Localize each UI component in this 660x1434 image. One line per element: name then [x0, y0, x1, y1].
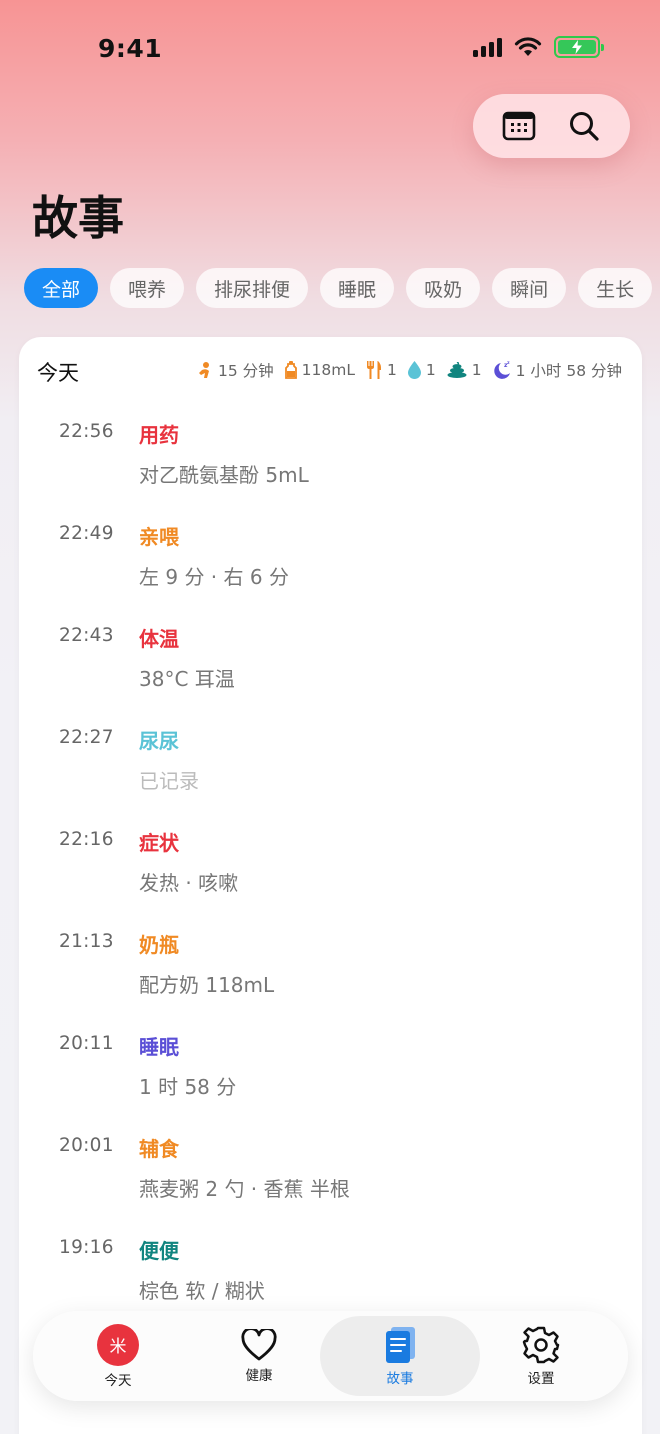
- tab-today-label: 今天: [104, 1372, 132, 1389]
- summary-bottle-value: 118mL: [301, 361, 355, 379]
- entry-detail: 棕色 软 / 糊状: [139, 1279, 265, 1303]
- summary-stats: 15 分钟 118mL 1 1 1 z z 1 小时 58 分钟: [197, 359, 622, 381]
- entry-type: 症状: [139, 831, 179, 855]
- entry-time: 22:27: [59, 727, 114, 748]
- wifi-icon: [514, 37, 542, 56]
- search-button[interactable]: [564, 106, 604, 146]
- entry-time: 22:43: [59, 625, 114, 646]
- timeline-entry[interactable]: 22:56 用药 对乙酰氨基酚 5mL: [19, 421, 642, 523]
- entry-time: 19:16: [59, 1237, 114, 1258]
- drop-icon: [407, 361, 421, 379]
- entry-detail: 已记录: [139, 769, 199, 793]
- tab-settings-label: 设置: [527, 1370, 555, 1387]
- page-title: 故事: [32, 191, 124, 245]
- battery-icon: [554, 36, 604, 58]
- timeline-entry[interactable]: 22:16 症状 发热 · 咳嗽: [19, 829, 642, 931]
- entry-type: 辅食: [139, 1137, 179, 1161]
- entry-detail: 对乙酰氨基酚 5mL: [139, 463, 309, 487]
- timeline-entry[interactable]: 22:49 亲喂 左 9 分 · 右 6 分: [19, 523, 642, 625]
- summary-sleep-value: 1 小时 58 分钟: [515, 362, 622, 380]
- summary-pump-value: 15 分钟: [218, 362, 274, 380]
- entry-time: 20:11: [59, 1033, 114, 1054]
- moon-icon: z z: [493, 361, 510, 379]
- timeline-entry[interactable]: 20:01 辅食 燕麦粥 2 勺 · 香蕉 半根: [19, 1135, 642, 1237]
- gear-icon: [522, 1326, 560, 1363]
- timeline-entry[interactable]: 22:27 尿尿 已记录: [19, 727, 642, 829]
- pump-icon: [199, 362, 210, 378]
- entry-type: 用药: [139, 423, 179, 447]
- entry-detail: 配方奶 118mL: [139, 973, 275, 997]
- filter-chip-all[interactable]: 全部: [24, 268, 99, 308]
- summary-sleep: z z 1 小时 58 分钟: [493, 359, 622, 381]
- tab-today[interactable]: 米 今天: [58, 1311, 178, 1401]
- status-icons: [473, 36, 604, 58]
- timeline-card: 今天 15 分钟 118mL 1 1 1 z z 1 小时 58 分钟 22:5…: [19, 337, 642, 1434]
- entry-time: 22:56: [59, 421, 114, 442]
- summary-bottle: 118mL: [284, 361, 355, 379]
- search-icon: [569, 112, 599, 141]
- filter-chip-sleep[interactable]: 睡眠: [320, 268, 395, 308]
- day-summary: 今天 15 分钟 118mL 1 1 1 z z 1 小时 58 分钟: [19, 357, 642, 385]
- entry-type: 亲喂: [139, 525, 179, 549]
- entry-time: 22:49: [59, 523, 114, 544]
- avatar: 米: [97, 1323, 139, 1366]
- heart-icon: [241, 1328, 277, 1360]
- entry-detail: 燕麦粥 2 勺 · 香蕉 半根: [139, 1177, 350, 1201]
- filter-chip-feeding[interactable]: 喂养: [110, 268, 185, 308]
- fork-knife-icon: [367, 361, 382, 379]
- summary-pee-value: 1: [425, 361, 436, 379]
- calendar-icon: [502, 111, 536, 141]
- status-time: 9:41: [98, 34, 163, 63]
- bottle-icon: [284, 361, 297, 379]
- entry-type: 奶瓶: [139, 933, 179, 957]
- summary-solids: 1: [366, 361, 397, 379]
- tab-health[interactable]: 健康: [199, 1311, 319, 1401]
- summary-pump: 15 分钟: [197, 359, 274, 381]
- entry-type: 体温: [139, 627, 179, 651]
- tab-stories-label: 故事: [386, 1370, 414, 1387]
- summary-pee: 1: [407, 361, 436, 379]
- entry-detail: 38°C 耳温: [139, 667, 235, 691]
- filter-chips: 全部 喂养 排尿排便 睡眠 吸奶 瞬间 生长: [24, 268, 660, 308]
- filter-chip-growth[interactable]: 生长: [578, 268, 653, 308]
- entry-detail: 左 9 分 · 右 6 分: [139, 565, 289, 589]
- calendar-button[interactable]: [499, 106, 539, 146]
- timeline-list: 22:56 用药 对乙酰氨基酚 5mL 22:49 亲喂 左 9 分 · 右 6…: [19, 421, 642, 1339]
- cellular-signal-icon: [473, 37, 502, 57]
- timeline-entry[interactable]: 21:13 奶瓶 配方奶 118mL: [19, 931, 642, 1033]
- filter-chip-moments[interactable]: 瞬间: [492, 268, 567, 308]
- filter-chip-pumping[interactable]: 吸奶: [406, 268, 481, 308]
- book-icon: [386, 1326, 415, 1363]
- entry-type: 尿尿: [139, 729, 179, 753]
- entry-time: 21:13: [59, 931, 114, 952]
- tab-bar: 米 今天 健康 故事 设置: [33, 1311, 628, 1401]
- tab-health-label: 健康: [245, 1367, 273, 1384]
- tab-stories[interactable]: 故事: [320, 1316, 480, 1396]
- svg-text:z: z: [507, 361, 510, 366]
- entry-time: 22:16: [59, 829, 114, 850]
- entry-time: 20:01: [59, 1135, 114, 1156]
- entry-type: 便便: [139, 1239, 179, 1263]
- filter-chip-diapers[interactable]: 排尿排便: [196, 268, 309, 308]
- summary-solids-value: 1: [387, 361, 397, 379]
- top-actions: [473, 94, 630, 158]
- tab-settings[interactable]: 设置: [481, 1311, 601, 1401]
- entry-detail: 发热 · 咳嗽: [139, 871, 239, 895]
- summary-poop-value: 1: [471, 361, 482, 379]
- poop-icon: [447, 362, 467, 378]
- entry-type: 睡眠: [139, 1035, 179, 1059]
- timeline-entry[interactable]: 22:43 体温 38°C 耳温: [19, 625, 642, 727]
- summary-poop: 1: [447, 361, 482, 379]
- timeline-entry[interactable]: 20:11 睡眠 1 时 58 分: [19, 1033, 642, 1135]
- entry-detail: 1 时 58 分: [139, 1075, 237, 1099]
- day-label: 今天: [37, 361, 79, 385]
